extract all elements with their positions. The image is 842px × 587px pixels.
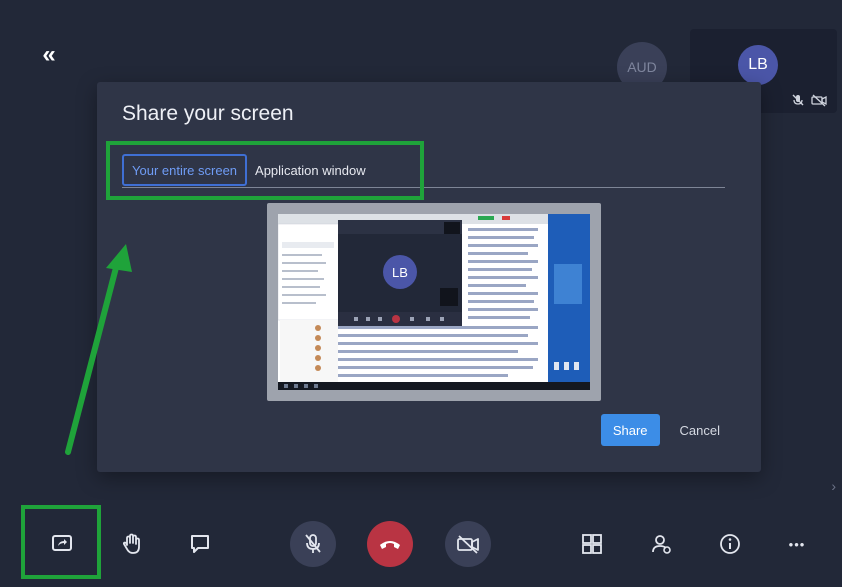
info-button[interactable] [712, 526, 748, 562]
avatar-initials: AUD [627, 59, 657, 75]
chevron-right-icon[interactable]: › [831, 478, 836, 494]
grid-view-icon [582, 534, 602, 554]
self-avatar: LB [738, 45, 778, 85]
chat-button[interactable] [182, 526, 218, 562]
screen-preview-image: LB [278, 214, 590, 390]
more-options-button[interactable]: ••• [779, 526, 815, 562]
camera-toggle-button[interactable] [445, 521, 491, 567]
self-avatar-initials: LB [748, 56, 768, 73]
info-icon [720, 534, 740, 554]
double-chevron-left-icon: « [42, 41, 56, 68]
mic-off-icon [305, 534, 321, 553]
end-call-icon [380, 541, 400, 549]
annotation-arrow [65, 244, 132, 455]
screen-thumbnail-graphic: LB [278, 214, 590, 390]
more-icon: ••• [788, 536, 806, 552]
tile-status-icons [791, 93, 827, 107]
collapse-sidebar-button[interactable]: « [34, 40, 64, 70]
participants-icon [652, 535, 671, 554]
chat-icon [191, 535, 209, 553]
preview-avatar-initials: LB [392, 265, 408, 280]
raise-hand-icon [122, 533, 140, 554]
raise-hand-button[interactable] [114, 526, 150, 562]
cancel-button[interactable]: Cancel [670, 414, 730, 446]
annotation-highlight-tabs [106, 141, 424, 200]
share-button[interactable]: Share [600, 414, 660, 446]
meeting-toolbar: ••• [0, 500, 842, 587]
mute-button[interactable] [290, 521, 336, 567]
mic-off-icon [792, 94, 804, 106]
camera-off-icon [457, 535, 479, 554]
end-call-button[interactable] [367, 521, 413, 567]
share-screen-icon [52, 535, 72, 551]
dialog-actions: Share Cancel [600, 414, 730, 446]
camera-off-icon [811, 94, 827, 107]
dialog-title: Share your screen [122, 102, 294, 125]
screen-preview[interactable]: LB [267, 203, 601, 401]
share-screen-button[interactable] [44, 526, 80, 562]
participants-button[interactable] [644, 526, 680, 562]
grid-view-button[interactable] [574, 526, 610, 562]
